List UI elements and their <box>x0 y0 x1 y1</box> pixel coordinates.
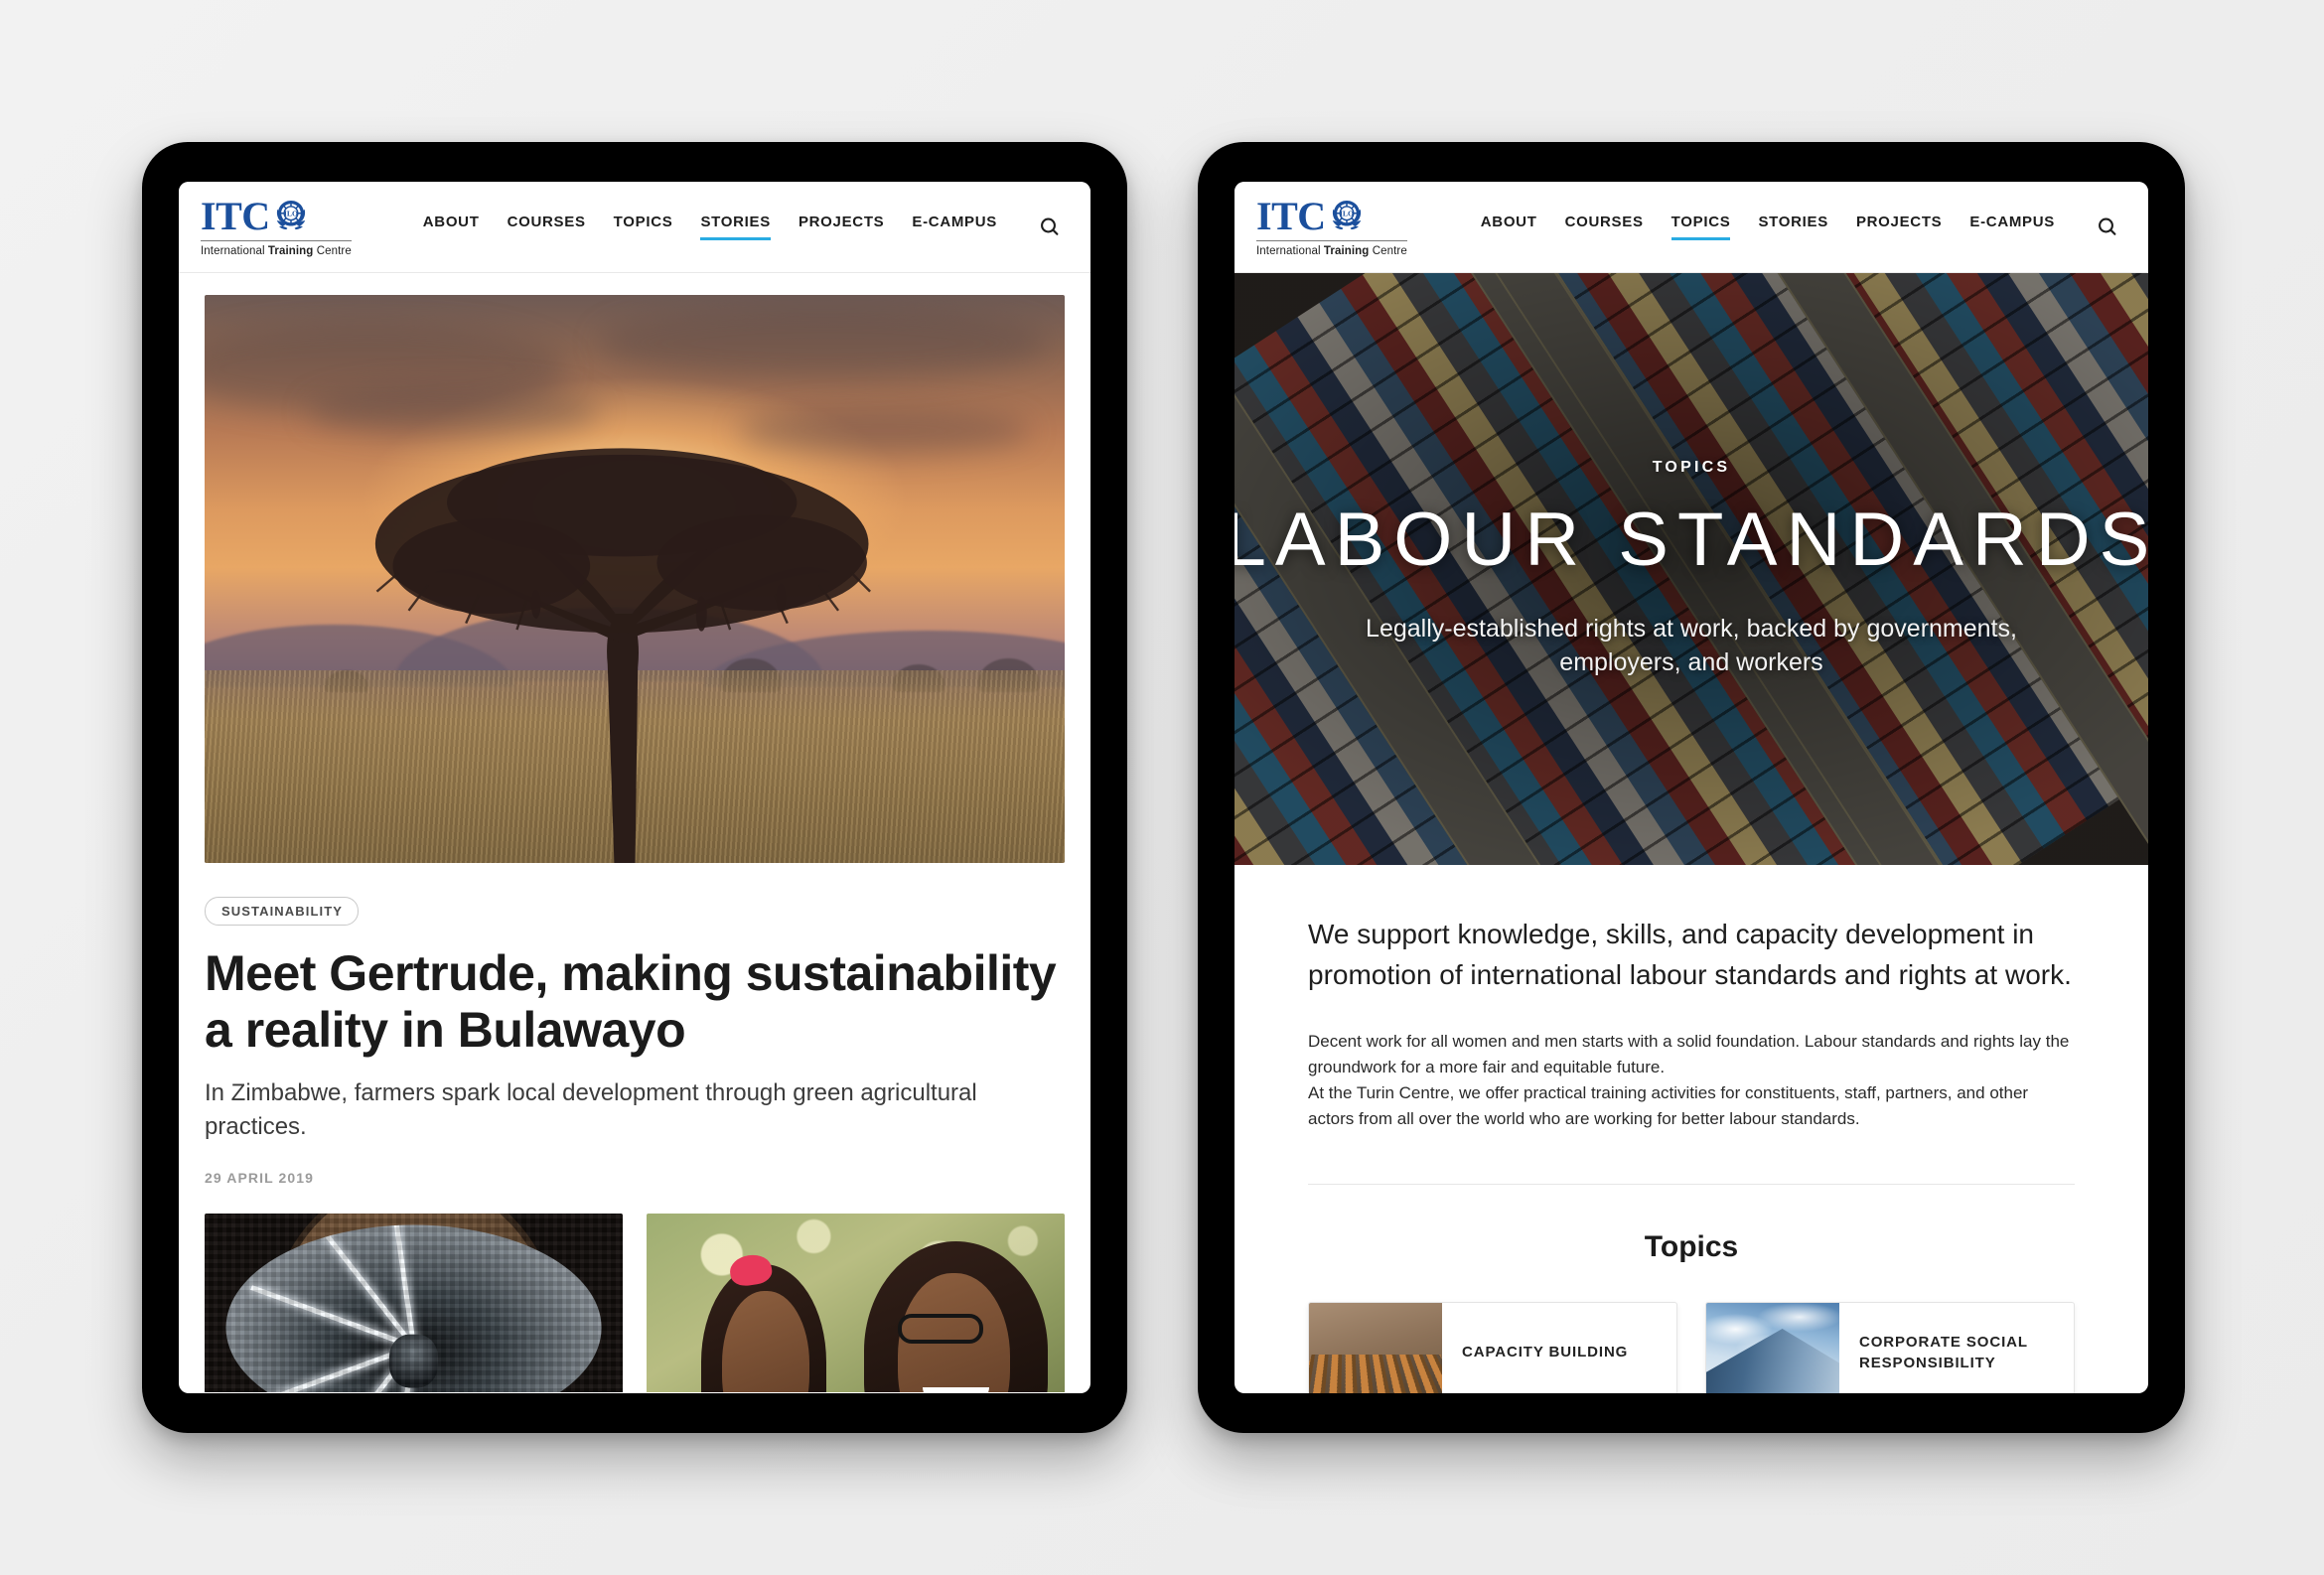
thumbnail-portrait[interactable] <box>647 1214 1065 1392</box>
story-standfirst: In Zimbabwe, farmers spark local develop… <box>205 1079 977 1141</box>
site-header-left: ITC ILO International Training Centre AB… <box>179 182 1090 273</box>
nav-item-about[interactable]: ABOUT <box>1481 214 1537 240</box>
main-navigation-right: ABOUT COURSES TOPICS STORIES PROJECTS E-… <box>1481 213 2122 242</box>
nav-item-about[interactable]: ABOUT <box>423 214 480 240</box>
section-divider <box>1308 1183 2075 1185</box>
topic-hero-banner: TOPICS LABOUR STANDARDS Legally-establis… <box>1235 273 2148 865</box>
nav-item-courses[interactable]: COURSES <box>1565 214 1644 240</box>
search-button[interactable] <box>2093 213 2122 242</box>
topic-paragraph-2: At the Turin Centre, we offer practical … <box>1308 1082 2029 1128</box>
site-header-right: ITC ILO International Training Centre AB… <box>1235 182 2148 273</box>
logo-divider-rule <box>201 239 352 241</box>
nav-item-projects[interactable]: PROJECTS <box>1856 214 1942 240</box>
hero-eyebrow: TOPICS <box>1652 458 1731 476</box>
topic-cards-row: CAPACITY BUILDING CORPORATE SOCIAL RESPO… <box>1308 1301 2075 1393</box>
screenshot-stage: ITC ILO International Training Centre AB… <box>0 0 2324 1575</box>
topic-card-corporate-social-responsibility[interactable]: CORPORATE SOCIAL RESPONSIBILITY <box>1705 1301 2075 1393</box>
ilo-laurel-gear-emblem-icon: ILO <box>1332 200 1361 229</box>
logo-wordmark: ITC <box>201 193 270 238</box>
tablet-device-right: ITC ILO International Training Centre AB… <box>1198 142 2185 1433</box>
nav-item-stories[interactable]: STORIES <box>1758 214 1827 240</box>
tablet-screen-right: ITC ILO International Training Centre AB… <box>1235 182 2148 1393</box>
nav-item-courses[interactable]: COURSES <box>508 214 586 240</box>
story-tag-badge[interactable]: SUSTAINABILITY <box>205 897 360 926</box>
acacia-tree-silhouette <box>304 426 941 863</box>
thumbnail-tunnel[interactable] <box>205 1214 623 1392</box>
hero-title: LABOUR STANDARDS <box>1235 497 2148 582</box>
topic-card-capacity-building[interactable]: CAPACITY BUILDING <box>1308 1301 1677 1393</box>
hero-subtitle: Legally-established rights at work, back… <box>1366 614 2017 677</box>
logo-subtitle: International Training Centre <box>1256 244 1407 257</box>
search-button[interactable] <box>1035 213 1065 242</box>
story-hero-image <box>205 295 1065 863</box>
svg-text:ILO: ILO <box>284 209 298 217</box>
tablet-screen-left: ITC ILO International Training Centre AB… <box>179 182 1090 1393</box>
auditorium-chairs-image <box>1309 1302 1442 1393</box>
tablet-device-left: ITC ILO International Training Centre AB… <box>142 142 1127 1433</box>
topic-body-content: We support knowledge, skills, and capaci… <box>1235 865 2148 1393</box>
nav-item-ecampus[interactable]: E-CAMPUS <box>912 214 997 240</box>
logo-top-row: ITC ILO <box>201 193 352 238</box>
logo-subtitle: International Training Centre <box>201 244 352 257</box>
logo-divider-rule <box>1256 239 1407 241</box>
story-article: SUSTAINABILITY Meet Gertrude, making sus… <box>179 273 1090 1392</box>
nav-item-projects[interactable]: PROJECTS <box>799 214 884 240</box>
logo-top-row: ITC ILO <box>1256 193 1407 238</box>
logo-wordmark: ITC <box>1256 193 1326 238</box>
nav-item-topics[interactable]: TOPICS <box>614 214 673 240</box>
svg-text:ILO: ILO <box>1340 209 1354 217</box>
search-icon <box>2099 217 2116 235</box>
nav-item-stories[interactable]: STORIES <box>700 214 771 240</box>
topic-card-label: CAPACITY BUILDING <box>1462 1344 1629 1361</box>
itc-logo-left[interactable]: ITC ILO International Training Centre <box>201 193 352 258</box>
topic-hero-content: TOPICS LABOUR STANDARDS Legally-establis… <box>1235 273 2148 865</box>
glass-skyscraper-image <box>1706 1302 1839 1393</box>
nav-item-topics[interactable]: TOPICS <box>1670 214 1731 240</box>
search-icon <box>1041 217 1059 235</box>
topics-section-heading: Topics <box>1644 1229 1739 1263</box>
ilo-laurel-gear-emblem-icon: ILO <box>276 200 305 229</box>
main-navigation-left: ABOUT COURSES TOPICS STORIES PROJECTS E-… <box>423 213 1065 242</box>
story-date: 29 APRIL 2019 <box>205 1170 315 1187</box>
related-thumbnails-row <box>205 1214 1065 1392</box>
topic-card-label: CORPORATE SOCIAL RESPONSIBILITY <box>1859 1334 2028 1371</box>
story-title: Meet Gertrude, making sustainability a r… <box>205 945 1057 1058</box>
itc-logo-right[interactable]: ITC ILO International Training Centre <box>1256 193 1407 258</box>
topic-paragraph-1: Decent work for all women and men starts… <box>1308 1032 2070 1077</box>
topic-lead-paragraph: We support knowledge, skills, and capaci… <box>1308 919 2072 990</box>
nav-item-ecampus[interactable]: E-CAMPUS <box>1969 214 2055 240</box>
